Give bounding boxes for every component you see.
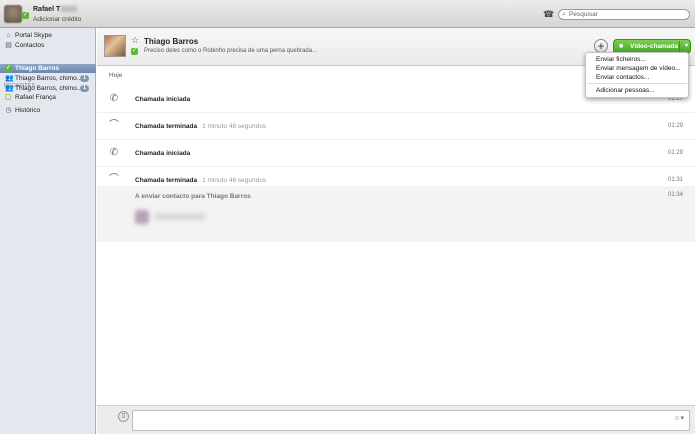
sidebar: ⌂ Portal Skype ▤ Contactos RECENTES ✓ Th…: [0, 28, 96, 434]
sidebar-item-portal[interactable]: ⌂ Portal Skype: [0, 31, 96, 40]
home-icon: ⌂: [6, 32, 11, 39]
event-time: 01:34: [667, 192, 683, 198]
sidebar-item-label: Thiago Barros, chimo...: [15, 85, 83, 92]
contact-card-message: A enviar contacto para Thiago Barros 01:…: [97, 186, 695, 242]
video-call-dropdown-menu: Enviar ficheiros... Enviar mensagem de v…: [585, 52, 689, 98]
call-event-text: Chamada iniciada: [135, 96, 191, 103]
call-event-row: ⌒ Chamada terminada 1 minuto 48 segundos …: [97, 113, 695, 140]
sidebar-item-label: Portal Skype: [15, 32, 52, 39]
menu-item-send-contacts[interactable]: Enviar contactos...: [596, 74, 649, 81]
phone-icon[interactable]: ▯: [118, 411, 129, 422]
group-icon: 👥: [5, 85, 14, 92]
search-placeholder: Pesquisar: [569, 11, 598, 18]
sidebar-item-label: Histórico: [15, 107, 41, 114]
sidebar-item-contacts[interactable]: ▤ Contactos: [0, 41, 96, 50]
contact-mood-message: Preciso deles como o Robinho precisa de …: [144, 48, 318, 54]
contact-avatar[interactable]: [104, 35, 126, 57]
day-label: Hoje: [109, 72, 123, 79]
unread-badge: 1: [80, 75, 89, 82]
history-icon: ◷: [5, 107, 12, 114]
sidebar-item-group-2[interactable]: 👥 Thiago Barros, chimo... 1: [0, 84, 96, 93]
add-credit-link[interactable]: Adicionar crédito: [33, 16, 81, 23]
sidebar-item-rafael[interactable]: Rafael França: [0, 93, 96, 102]
emoticon-icon[interactable]: ☺▾: [673, 414, 684, 422]
message-input[interactable]: ☺▾: [132, 410, 690, 431]
call-duration: 1 minuto 46 segundos: [202, 177, 267, 184]
online-status-icon: ✓: [131, 48, 138, 55]
sidebar-item-label: Contactos: [15, 42, 45, 49]
unread-badge: 1: [80, 85, 89, 92]
button-divider: [679, 41, 680, 52]
online-status-icon: ✓: [5, 65, 12, 72]
call-ended-icon: ⌒: [109, 120, 119, 131]
favorite-star-icon[interactable]: ☆: [131, 36, 139, 45]
group-icon: 👥: [5, 75, 14, 82]
event-time: 01:29: [667, 123, 683, 129]
menu-divider: [587, 83, 687, 84]
search-input[interactable]: ⌕ Pesquisar: [558, 9, 690, 20]
sidebar-item-group-1[interactable]: 👥 Thiago Barros, chimo... 1: [0, 74, 96, 83]
contact-card-title: A enviar contacto para Thiago Barros: [135, 193, 251, 200]
call-ended-icon: ⌒: [109, 174, 119, 185]
add-button[interactable]: +: [594, 39, 608, 53]
call-started-icon: ✆: [109, 147, 119, 158]
call-duration: 1 minuto 48 segundos: [202, 123, 267, 130]
menu-item-add-people[interactable]: Adicionar pessoas...: [596, 87, 655, 94]
call-event-text: Chamada terminada 1 minuto 46 segundos: [135, 177, 267, 184]
menu-item-send-video-message[interactable]: Enviar mensagem de vídeo...: [596, 65, 681, 72]
shared-contact[interactable]: [135, 210, 213, 224]
search-icon: ⌕: [562, 11, 566, 18]
call-event-row: ✆ Chamada iniciada 01:29: [97, 140, 695, 167]
compose-bar: ▯ ☺▾: [97, 405, 695, 434]
sidebar-item-label: Thiago Barros: [15, 65, 60, 72]
call-event-text: Chamada iniciada: [135, 150, 191, 157]
title-bar: ✓ Rafael T Adicionar crédito ☎ ⌕ Pesquis…: [0, 0, 695, 28]
call-started-icon: ✆: [109, 93, 119, 104]
sidebar-item-history[interactable]: ◷ Histórico: [0, 106, 96, 115]
shared-contact-avatar: [135, 210, 149, 224]
sidebar-item-thiago[interactable]: ✓ Thiago Barros: [0, 64, 96, 73]
sidebar-item-label: Thiago Barros, chimo...: [15, 75, 83, 82]
offline-status-icon: [5, 94, 11, 100]
shared-contact-name: [155, 213, 205, 220]
menu-item-send-files[interactable]: Enviar ficheiros...: [596, 56, 646, 63]
contact-name: Thiago Barros: [144, 37, 199, 46]
sidebar-item-label: Rafael França: [15, 94, 56, 101]
user-name[interactable]: Rafael T: [33, 6, 78, 13]
user-avatar[interactable]: [4, 5, 22, 23]
dial-pad-icon[interactable]: ☎: [543, 10, 554, 19]
online-status-icon[interactable]: ✓: [22, 12, 29, 19]
event-time: 01:31: [667, 177, 683, 183]
call-event-text: Chamada terminada 1 minuto 48 segundos: [135, 123, 267, 130]
contacts-book-icon: ▤: [5, 42, 12, 49]
event-time: 01:29: [667, 150, 683, 156]
